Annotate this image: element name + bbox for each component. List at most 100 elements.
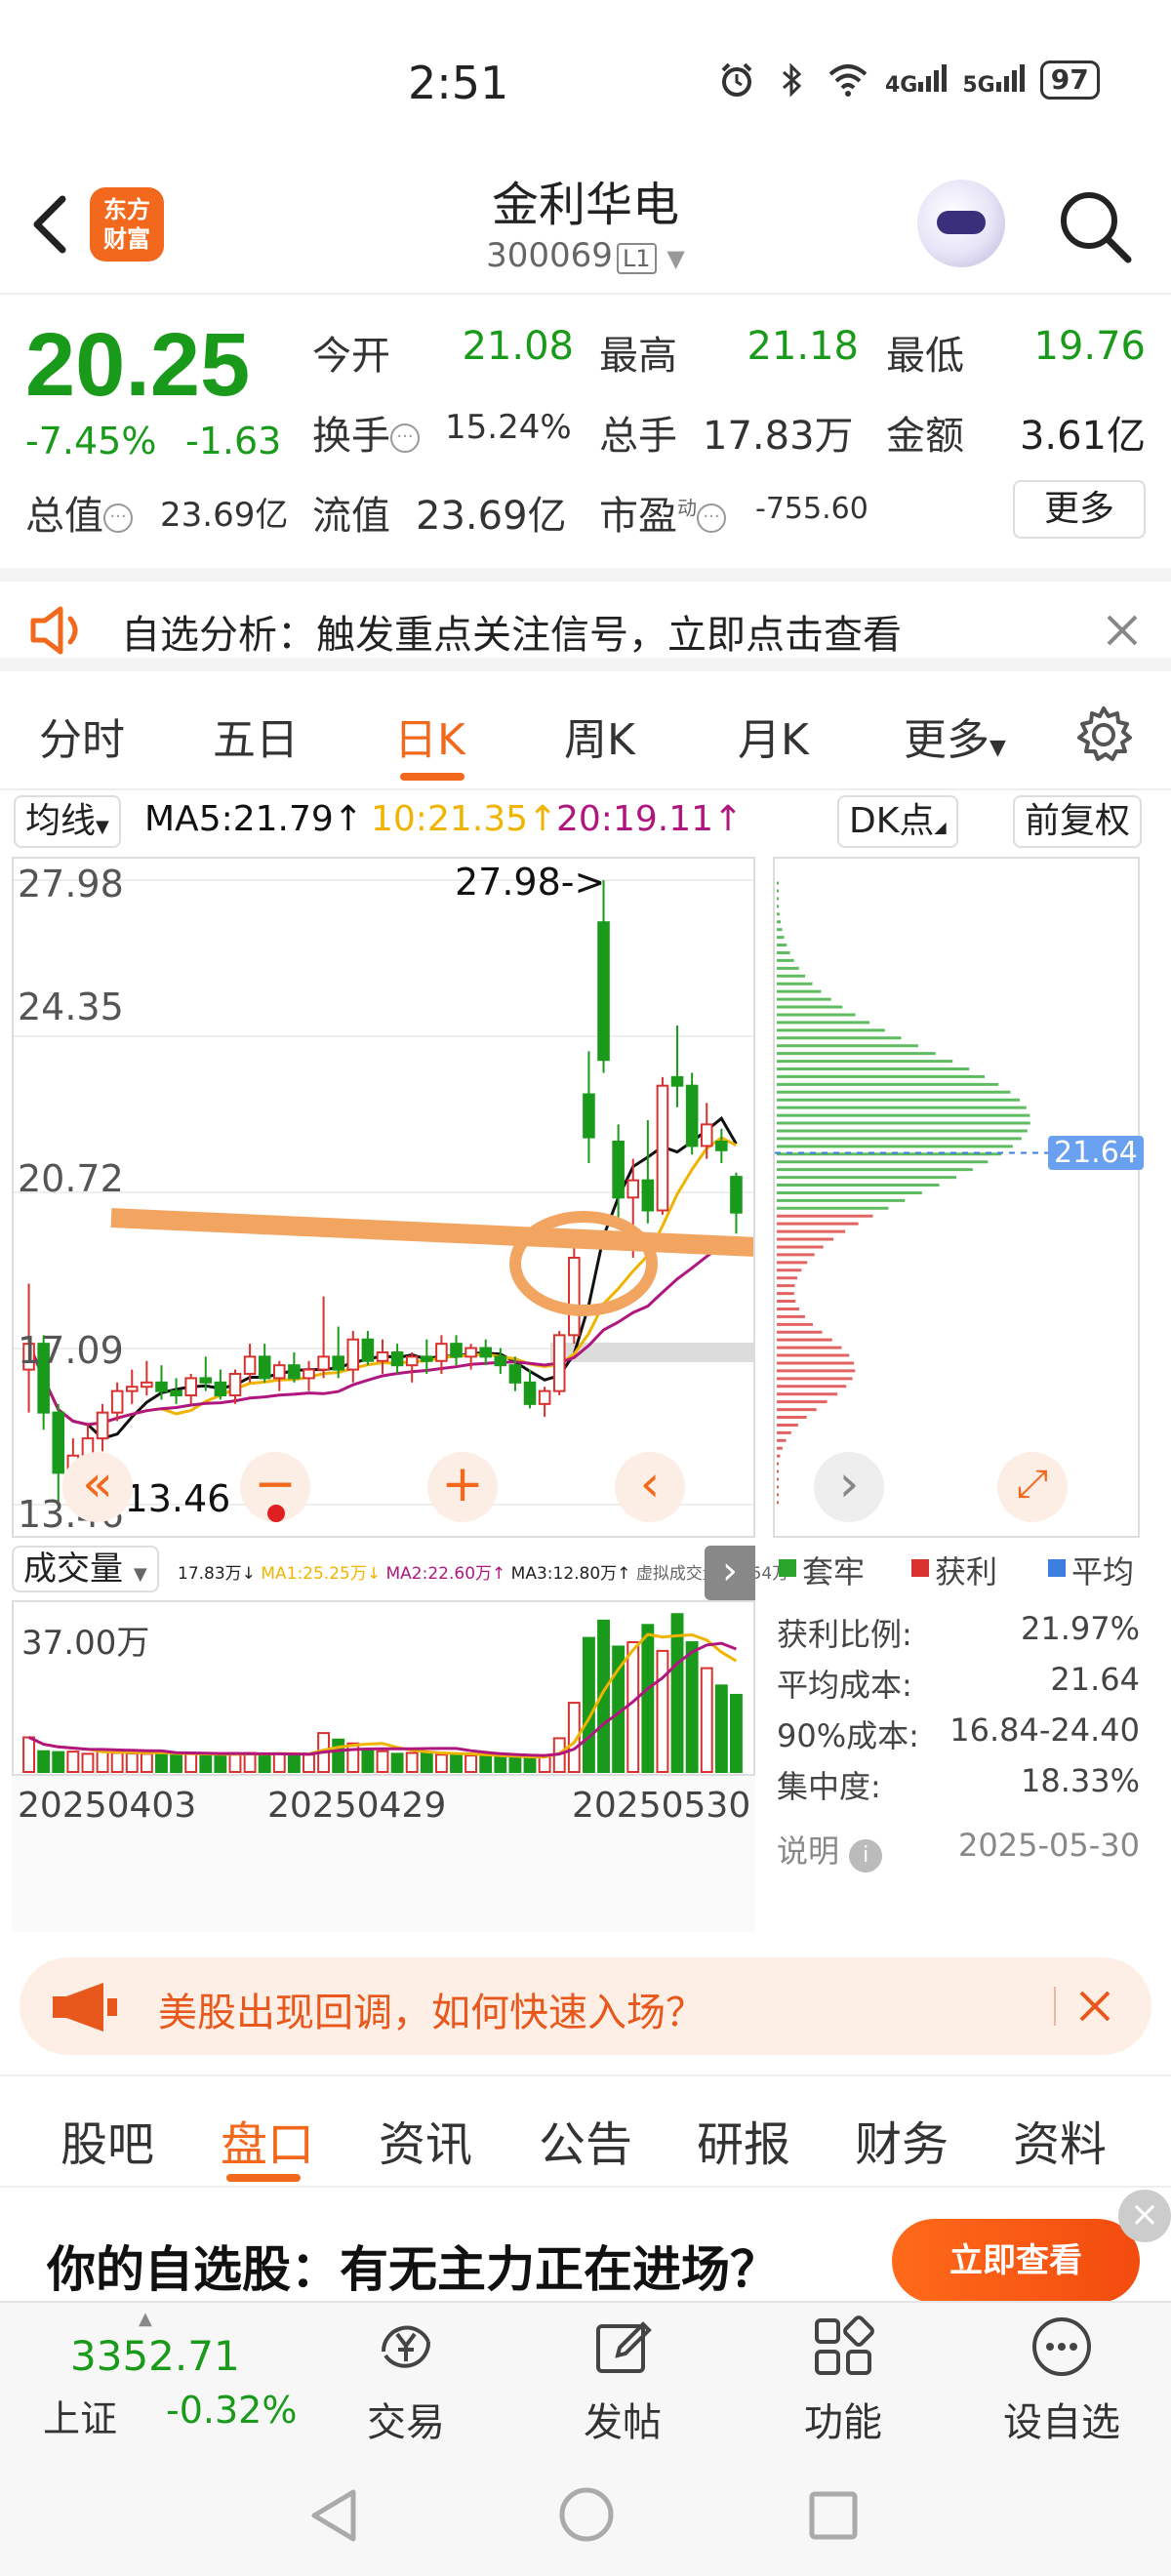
volume-bar	[405, 1751, 419, 1774]
stock-code: 300069	[486, 236, 613, 275]
volume-bar	[685, 1641, 699, 1774]
adjust-mode-button[interactable]: 前复权	[1013, 795, 1143, 848]
volume-bar	[96, 1749, 109, 1774]
more-button[interactable]: 更多	[1013, 480, 1146, 539]
nav-add-watchlist[interactable]: 设自选	[993, 2313, 1130, 2447]
grid-icon	[815, 2315, 874, 2375]
volume-bar	[140, 1752, 153, 1774]
volume-bar	[730, 1693, 743, 1773]
expand-icon[interactable]: ⤢	[997, 1452, 1068, 1522]
tab-five-day[interactable]: 五日	[213, 704, 299, 767]
scroll-left-button[interactable]: ‹	[615, 1452, 685, 1522]
candle-body	[552, 1334, 566, 1392]
turnover-value: 15.24%	[445, 408, 572, 447]
kline-chart[interactable]: 27.98 24.35 20.72 17.09 13.46 27.98-> <-…	[12, 857, 755, 1538]
nav-trade[interactable]: 交易	[338, 2313, 474, 2447]
candle-body	[464, 1347, 477, 1358]
volume-bar	[714, 1684, 728, 1773]
volume-bar	[361, 1748, 375, 1774]
volume-chart[interactable]: 37.00万	[12, 1600, 755, 1776]
candle-body	[361, 1338, 375, 1362]
close-icon[interactable]	[1103, 611, 1142, 650]
logo-line-1: 东方	[103, 196, 150, 223]
candle-body	[670, 1075, 684, 1087]
tab-intraday[interactable]: 分时	[39, 704, 125, 767]
system-back-icon[interactable]	[306, 2486, 359, 2545]
scroll-left-fast-button[interactable]: «	[62, 1452, 133, 1522]
tab-weekly-k[interactable]: 周K	[564, 704, 635, 767]
expand-panel-button[interactable]: ›	[705, 1546, 755, 1600]
info-icon[interactable]: ···	[697, 503, 726, 533]
close-icon[interactable]: ×	[1118, 2190, 1171, 2242]
tab-order-book[interactable]: 盘口	[221, 2106, 314, 2174]
search-icon	[1061, 192, 1132, 263]
nav-add-watchlist-label: 设自选	[1003, 2400, 1120, 2445]
date-tick: 20250403	[18, 1786, 197, 1826]
zoom-in-button[interactable]: +	[427, 1452, 498, 1522]
volume-bar	[272, 1751, 286, 1773]
dk-point-selector[interactable]: DK点◢	[837, 795, 958, 848]
ad-view-button[interactable]: 立即查看	[892, 2219, 1140, 2303]
candle-body	[258, 1355, 271, 1380]
indicator-selector[interactable]: 均线▼	[14, 795, 121, 848]
candle-body	[641, 1179, 655, 1212]
candle-body	[538, 1389, 551, 1405]
info-icon[interactable]: ···	[390, 423, 420, 453]
candle	[361, 1330, 375, 1366]
index-ticker[interactable]: ▲ 3352.71 上证 -0.32%	[0, 2303, 312, 2449]
search-button[interactable]	[1056, 187, 1134, 265]
tab-profile[interactable]: 资料	[1013, 2106, 1107, 2174]
high-label: 最高	[599, 334, 677, 379]
system-home-icon[interactable]	[558, 2486, 615, 2543]
volume-bar	[626, 1641, 640, 1774]
nav-functions[interactable]: 功能	[775, 2313, 911, 2447]
legend-average: 平均	[1071, 1553, 1135, 1590]
tab-research[interactable]: 研报	[697, 2106, 790, 2174]
candle-body	[346, 1338, 360, 1371]
index-change: -0.32%	[166, 2389, 298, 2432]
assistant-robot-icon[interactable]	[917, 180, 1005, 267]
profit-ratio-value: 21.97%	[1020, 1610, 1140, 1647]
back-button[interactable]	[21, 185, 80, 263]
nav-post[interactable]: 发帖	[554, 2313, 691, 2447]
candle-body	[656, 1084, 669, 1212]
promo-text: 美股出现回调，如何快速入场？	[158, 1991, 705, 2035]
volume-selector[interactable]: 成交量 ▼	[12, 1546, 159, 1592]
promo-banner[interactable]: 美股出现回调，如何快速入场？	[20, 1957, 1151, 2055]
candle	[376, 1339, 389, 1375]
speaker-icon	[30, 606, 78, 655]
candle-body	[317, 1355, 330, 1371]
tab-news[interactable]: 资讯	[379, 2106, 472, 2174]
system-recents-icon[interactable]	[808, 2490, 859, 2541]
candle-body	[52, 1411, 65, 1474]
chip-note-button[interactable]: 说明 i	[777, 1827, 883, 1872]
info-icon: i	[849, 1839, 883, 1872]
tab-announcements[interactable]: 公告	[539, 2106, 632, 2174]
tab-daily-k[interactable]: 日K	[394, 704, 465, 767]
volume-bar	[228, 1751, 242, 1773]
volume-bar	[420, 1751, 433, 1773]
info-icon[interactable]: ···	[103, 503, 133, 533]
edit-icon	[596, 2321, 652, 2373]
alarm-icon	[721, 62, 752, 97]
tab-forum[interactable]: 股吧	[61, 2106, 154, 2174]
tab-more-label: 更多	[904, 715, 989, 765]
gear-icon[interactable]	[1073, 704, 1134, 765]
index-value: 3352.71	[70, 2332, 240, 2380]
candle-body	[700, 1123, 713, 1147]
tab-monthly-k[interactable]: 月K	[738, 704, 809, 767]
nav-trade-label: 交易	[367, 2400, 445, 2445]
candle	[538, 1387, 551, 1418]
tab-more[interactable]: 更多▼	[904, 704, 1006, 767]
candle	[288, 1351, 301, 1383]
system-navigation-bar	[0, 2447, 1171, 2576]
ad-strip[interactable]: 你的自选股：有无主力正在进场？ 立即查看 ×	[0, 2190, 1171, 2303]
close-icon[interactable]	[1075, 1987, 1114, 2026]
analysis-banner[interactable]: 自选分析：触发重点关注信号，立即点击查看	[0, 568, 1171, 671]
tab-finance[interactable]: 财务	[855, 2106, 949, 2174]
next-button[interactable]: ›	[814, 1452, 884, 1522]
high-value: 21.18	[747, 324, 859, 369]
total-mv-value: 23.69亿	[160, 496, 289, 535]
y-axis-label: 27.98	[18, 863, 124, 906]
chip-distribution-chart[interactable]: 21.64 › ⤢	[773, 857, 1144, 1538]
